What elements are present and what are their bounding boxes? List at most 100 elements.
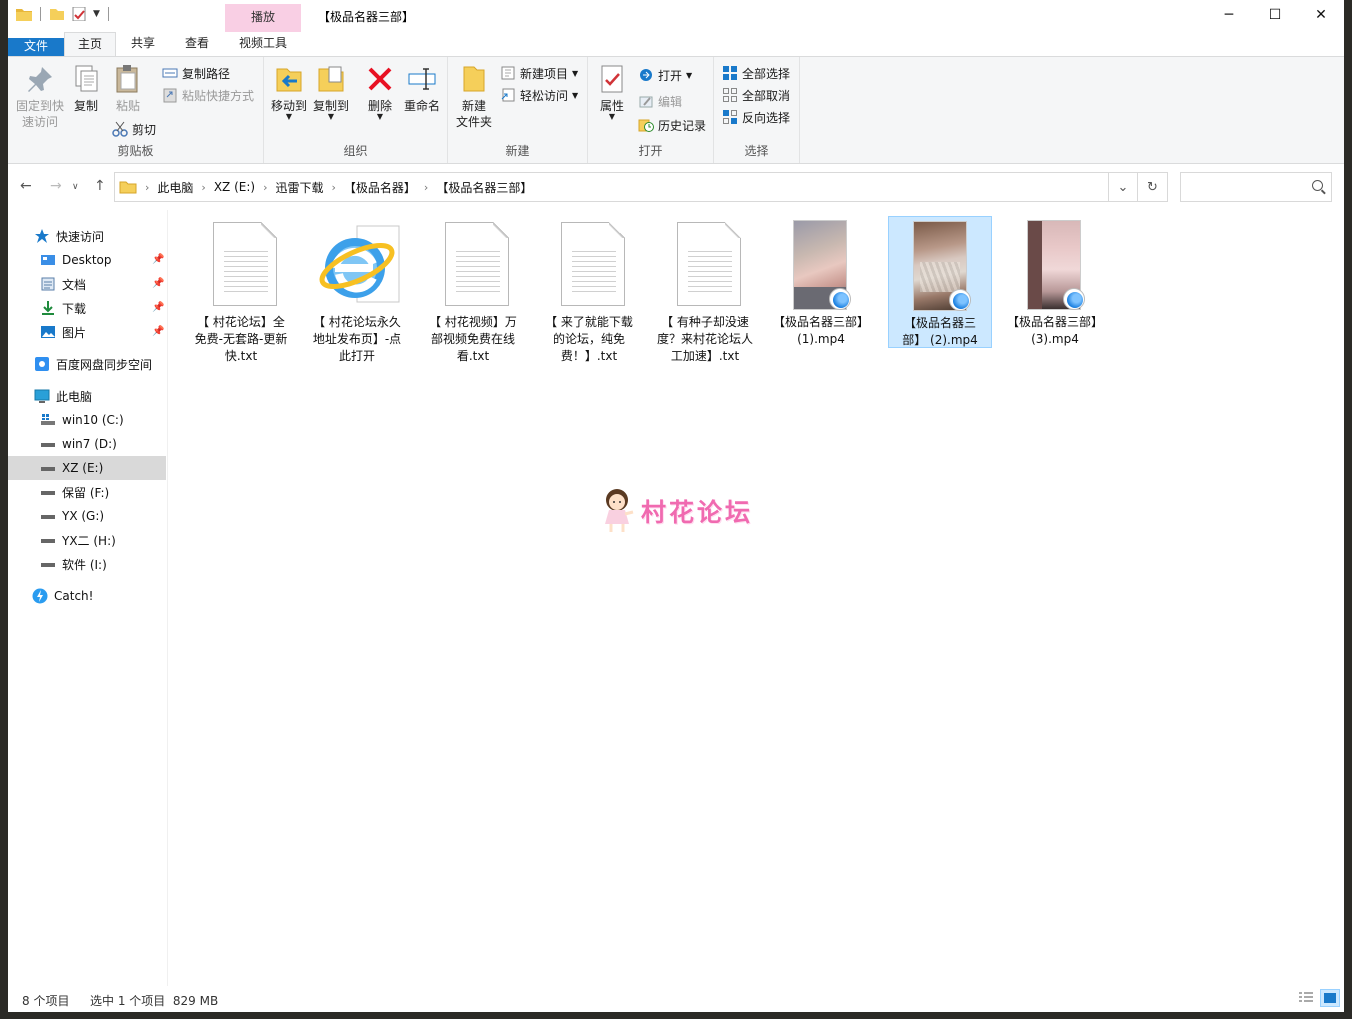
copy-to-button[interactable]: 复制到 ▼ <box>310 63 352 121</box>
nav-quick-access[interactable]: 快速访问 <box>8 224 166 248</box>
move-to-button[interactable]: 移动到 ▼ <box>268 63 310 121</box>
edit-button[interactable]: 编辑 <box>638 91 682 111</box>
search-input[interactable] <box>1180 172 1332 202</box>
nav-item-documents[interactable]: 文档 📌 <box>8 272 166 296</box>
select-none-button[interactable]: 全部取消 <box>722 85 790 105</box>
history-button[interactable]: 历史记录 <box>638 115 706 135</box>
maximize-button[interactable]: ☐ <box>1252 0 1298 30</box>
large-icons-view-icon[interactable] <box>1320 989 1340 1007</box>
text-file-icon <box>677 222 741 306</box>
easy-access-button[interactable]: 轻松访问 ▼ <box>500 85 578 105</box>
breadcrumb-drive-e[interactable]: XZ (E:) <box>208 180 261 194</box>
file-item[interactable]: 【 有种子却没速度？来村花论坛人工加速】.txt <box>653 216 757 363</box>
status-bar: 8 个项目 选中 1 个项目 829 MB <box>8 986 1344 1012</box>
drive-icon <box>40 532 56 548</box>
select-all-button[interactable]: 全部选择 <box>722 63 790 83</box>
rename-label: 重命名 <box>403 99 440 113</box>
nav-item-desktop[interactable]: Desktop 📌 <box>8 248 166 272</box>
file-item[interactable]: 【 村花论坛】全免费-无套路-更新快.txt <box>189 216 293 363</box>
nav-drive-c[interactable]: win10 (C:) <box>8 408 166 432</box>
up-arrow-icon[interactable]: ↑ <box>94 178 106 194</box>
close-button[interactable]: ✕ <box>1298 0 1344 30</box>
nav-baidu-sync[interactable]: 百度网盘同步空间 <box>8 352 166 376</box>
nav-item-downloads[interactable]: 下载 📌 <box>8 296 166 320</box>
breadcrumb-thunder-downloads[interactable]: 迅雷下载 <box>269 179 329 196</box>
details-view-icon[interactable] <box>1296 989 1316 1007</box>
nav-catch-label: Catch! <box>54 589 94 603</box>
easy-access-label: 轻松访问 <box>520 88 569 103</box>
file-item[interactable]: 【 村花论坛永久地址发布页】-点此打开 <box>305 216 409 363</box>
rename-button[interactable]: 重命名 <box>400 63 444 114</box>
navigation-pane: 快速访问 Desktop 📌 文档 📌 下载 📌 图片 📌 百度网盘同步空间 此… <box>8 210 168 986</box>
address-bar[interactable]: › 此电脑 › XZ (E:) › 迅雷下载 › 【极品名器】 › 【极品名器三… <box>114 172 1138 202</box>
text-file-icon <box>561 222 625 306</box>
file-item[interactable]: 【 村花视频】万部视频免费在线看.txt <box>421 216 525 363</box>
new-folder-button[interactable]: 新建 文件夹 <box>452 63 496 130</box>
edit-pencil-icon <box>638 93 654 109</box>
pin-quick-access-button[interactable]: 固定到快 速访问 <box>14 63 66 130</box>
file-item[interactable]: 【 来了就能下载的论坛，纯免费！】.txt <box>537 216 641 363</box>
tab-view[interactable]: 查看 <box>172 32 222 56</box>
invert-selection-button[interactable]: 反向选择 <box>722 107 790 127</box>
paste-shortcut-button[interactable]: 粘贴快捷方式 <box>162 85 254 105</box>
file-name: 【极品名器三部】 (1).mp4 <box>773 315 870 346</box>
nav-drive-label: YX (G:) <box>62 509 105 523</box>
nav-drive-f[interactable]: 保留 (F:) <box>8 480 166 504</box>
tab-home[interactable]: 主页 <box>64 32 116 57</box>
group-organize: 移动到 ▼ 复制到 ▼ 删除 ▼ 重命名 组织 <box>264 57 448 163</box>
nav-item-pictures[interactable]: 图片 📌 <box>8 320 166 344</box>
breadcrumb-separator-icon[interactable]: › <box>422 181 430 194</box>
breadcrumb-current-folder[interactable]: 【极品名器三部】 <box>430 179 538 196</box>
nav-catch[interactable]: Catch! <box>8 584 166 608</box>
breadcrumb-separator-icon[interactable]: › <box>199 181 207 194</box>
breadcrumb-parent-folder[interactable]: 【极品名器】 <box>338 179 422 196</box>
file-item-selected[interactable]: 【极品名器三部】 (2).mp4 <box>888 216 992 348</box>
drive-icon <box>40 484 56 500</box>
file-item[interactable]: 【极品名器三部】 (3).mp4 <box>1003 216 1107 348</box>
chevron-down-icon: ▼ <box>686 70 693 80</box>
nav-this-pc[interactable]: 此电脑 <box>8 384 166 408</box>
select-none-label: 全部取消 <box>742 88 791 103</box>
cut-button[interactable]: 剪切 <box>112 119 156 139</box>
delete-button[interactable]: 删除 ▼ <box>360 63 400 121</box>
breadcrumb-separator-icon[interactable]: › <box>330 181 338 194</box>
nav-this-pc-label: 此电脑 <box>56 389 93 404</box>
properties-quick-icon[interactable] <box>71 7 87 21</box>
open-group-label: 打开 <box>638 144 663 158</box>
nav-drive-i[interactable]: 软件 (I:) <box>8 552 166 576</box>
edit-label: 编辑 <box>658 94 683 109</box>
file-name: 【 村花论坛永久地址发布页】-点此打开 <box>312 315 402 363</box>
nav-drive-d[interactable]: win7 (D:) <box>8 432 166 456</box>
breadcrumb-this-pc[interactable]: 此电脑 <box>151 179 199 196</box>
contextual-tab-play[interactable]: 播放 <box>225 4 301 32</box>
copy-button[interactable]: 复制 <box>66 63 106 114</box>
minimize-button[interactable]: ─ <box>1206 0 1252 30</box>
address-history-chevron-icon[interactable]: ⌄ <box>1108 172 1138 202</box>
copy-path-button[interactable]: 复制路径 <box>162 63 230 83</box>
back-arrow-icon[interactable]: ← <box>20 178 32 194</box>
nav-drive-label: win7 (D:) <box>62 437 117 451</box>
nav-drive-g[interactable]: YX (G:) <box>8 504 166 528</box>
customize-toolbar-chevron-down-icon[interactable]: ▼ <box>93 9 100 19</box>
properties-button[interactable]: 属性 ▼ <box>592 63 632 121</box>
forward-arrow-icon[interactable]: → <box>50 178 62 194</box>
select-group-label: 选择 <box>744 144 769 158</box>
nav-drive-e[interactable]: XZ (E:) <box>8 456 166 480</box>
tab-video-tools[interactable]: 视频工具 <box>225 32 301 56</box>
pictures-icon <box>40 324 56 340</box>
nav-drive-h[interactable]: YX二 (H:) <box>8 528 166 552</box>
file-name: 【 村花视频】万部视频免费在线看.txt <box>429 315 517 363</box>
new-item-button[interactable]: 新建项目 ▼ <box>500 63 578 83</box>
copy-path-label: 复制路径 <box>182 66 231 81</box>
file-item[interactable]: 【极品名器三部】 (1).mp4 <box>769 216 873 348</box>
tab-share[interactable]: 共享 <box>118 32 168 56</box>
refresh-icon[interactable]: ↻ <box>1138 172 1168 202</box>
new-folder-quick-icon[interactable] <box>49 7 65 21</box>
breadcrumb-separator-icon[interactable]: › <box>261 181 269 194</box>
internet-explorer-icon <box>317 222 403 308</box>
open-button[interactable]: 打开 ▼ <box>638 65 692 85</box>
file-name: 【 村花论坛】全免费-无套路-更新快.txt <box>194 315 288 363</box>
recent-locations-chevron-icon[interactable]: ∨ <box>72 182 79 192</box>
paste-button[interactable]: 粘贴 <box>108 63 148 114</box>
nav-item-label: 图片 <box>62 325 87 340</box>
